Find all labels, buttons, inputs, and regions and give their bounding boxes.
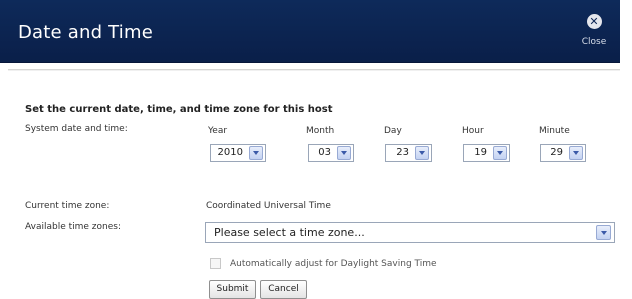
minute-label: Minute [539,126,570,136]
month-select[interactable]: 03 [308,144,354,162]
day-label: Day [384,126,402,136]
chevron-down-icon[interactable] [596,225,611,240]
chevron-down-icon[interactable] [569,146,583,160]
chevron-down-icon[interactable] [415,146,429,160]
header-divider [8,69,620,71]
year-value: 2010 [217,147,243,158]
available-timezones-label: Available time zones: [25,222,121,232]
chevron-down-icon[interactable] [337,146,351,160]
close-label[interactable]: Close [576,37,612,47]
dst-checkbox-label[interactable]: Automatically adjust for Daylight Saving… [230,259,437,269]
day-select[interactable]: 23 [385,144,432,162]
cancel-button[interactable]: Cancel [260,280,307,299]
year-select[interactable]: 2010 [210,144,266,162]
close-button[interactable]: ✕ Close [576,12,612,54]
dialog-header: Date and Time ✕ Close [0,0,620,63]
timezone-select-value: Please select a time zone... [214,226,365,239]
dialog-title: Date and Time [18,22,153,43]
month-value: 03 [318,147,331,158]
section-heading: Set the current date, time, and time zon… [25,104,333,115]
timezone-select[interactable]: Please select a time zone... [205,222,615,243]
current-timezone-label: Current time zone: [25,201,110,211]
month-label: Month [306,126,335,136]
year-label: Year [208,126,228,136]
current-timezone-value: Coordinated Universal Time [206,201,331,211]
minute-value: 29 [550,147,563,158]
day-value: 23 [396,147,409,158]
hour-label: Hour [462,126,484,136]
submit-button[interactable]: Submit [209,280,256,299]
hour-select[interactable]: 19 [463,144,510,162]
minute-select[interactable]: 29 [540,144,586,162]
hour-value: 19 [474,147,487,158]
chevron-down-icon[interactable] [249,146,263,160]
dst-checkbox[interactable] [210,258,221,269]
chevron-down-icon[interactable] [493,146,507,160]
system-datetime-label: System date and time: [25,124,128,134]
close-icon[interactable]: ✕ [586,14,602,29]
